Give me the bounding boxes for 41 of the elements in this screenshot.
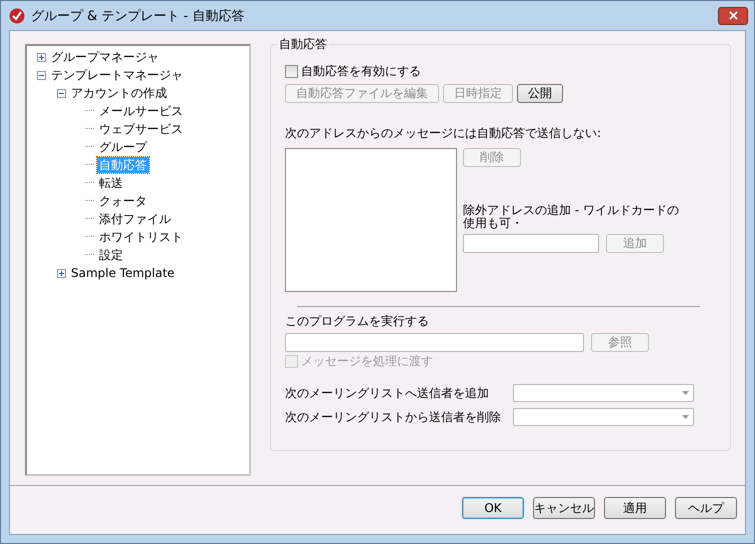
dialog-button[interactable]: ヘルプ — [675, 497, 737, 519]
collapse-icon[interactable] — [57, 88, 66, 98]
expand-icon[interactable] — [57, 268, 66, 278]
app-icon — [9, 8, 25, 24]
mailing-list-dropdown[interactable] — [513, 384, 694, 402]
address-input-field[interactable] — [463, 234, 599, 253]
tree-item[interactable]: 設定 — [97, 247, 125, 263]
tree-item[interactable]: Sample Template — [69, 265, 177, 281]
collapse-icon[interactable] — [37, 70, 46, 80]
tree-item[interactable]: クォータ — [97, 193, 149, 209]
dropdown-arrow-icon — [682, 415, 689, 419]
window-title: グループ & テンプレート - 自動応答 — [31, 8, 246, 24]
close-icon — [728, 11, 738, 20]
tree-item[interactable]: アカウントの作成 — [69, 85, 169, 101]
tree-item[interactable]: メールサービス — [97, 103, 185, 119]
tree-item[interactable]: 添付ファイル — [97, 211, 173, 227]
checkbox[interactable] — [285, 64, 298, 78]
add-hint: 除外アドレスの追加 - ワイルドカードの使用も可・ — [463, 204, 680, 230]
dialog-button[interactable]: 適用 — [604, 497, 666, 519]
tree-item[interactable]: グループ — [97, 139, 149, 155]
program-path-field[interactable] — [285, 333, 584, 352]
tree-item[interactable]: ホワイトリスト — [97, 229, 185, 245]
tree-item[interactable]: 転送 — [97, 175, 125, 191]
program-label: このプログラムを実行する — [285, 313, 430, 329]
dialog-button[interactable]: キャンセル — [533, 497, 595, 519]
dialog-button[interactable]: OK — [462, 497, 524, 519]
tree-item[interactable]: グループマネージャ — [49, 49, 161, 65]
action-button[interactable]: 公開 — [517, 84, 563, 103]
mailing-list-dropdown[interactable] — [513, 408, 694, 426]
tree-item[interactable]: ウェブサービス — [97, 121, 185, 137]
group-title: 自動応答 — [277, 37, 329, 51]
close-button[interactable] — [718, 6, 748, 24]
exclude-label: 次のアドレスからのメッセージには自動応答で送信しない: — [285, 125, 602, 142]
mailing-list-label: 次のメーリングリストへ送信者を追加 — [285, 384, 489, 402]
address-list[interactable] — [285, 148, 457, 292]
checkbox-label: メッセージを処理に渡す — [301, 352, 433, 370]
tree-item[interactable]: テンプレートマネージャ — [49, 67, 185, 83]
checkbox-label: 自動応答を有効にする — [301, 62, 421, 80]
mailing-list-label: 次のメーリングリストから送信者を削除 — [285, 408, 501, 426]
expand-icon[interactable] — [37, 52, 46, 62]
dropdown-arrow-icon — [682, 391, 689, 395]
